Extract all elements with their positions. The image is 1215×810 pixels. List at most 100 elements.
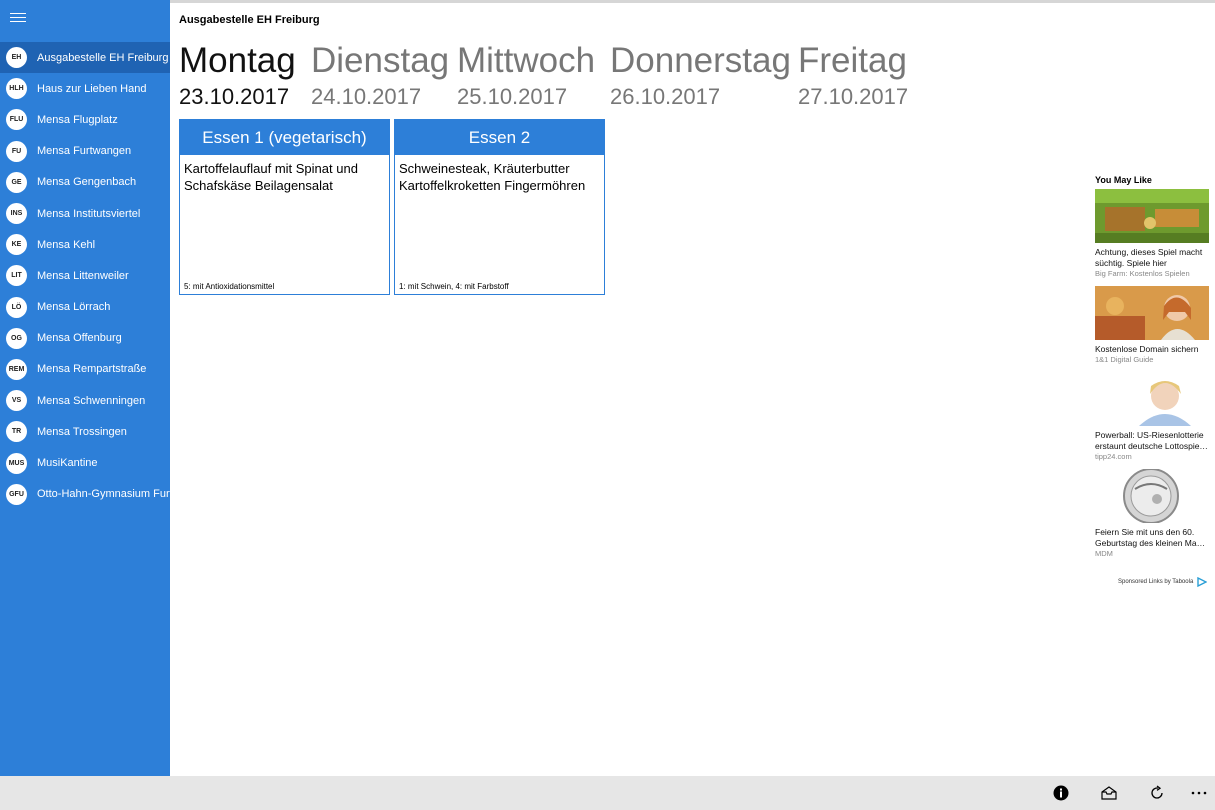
meal-card-2[interactable]: Essen 2 Schweinesteak, Kräuterbutter Kar…: [394, 119, 605, 295]
sidebar-item-ke[interactable]: KE Mensa Kehl: [0, 229, 170, 260]
sidebar-item-label: Haus zur Lieben Hand: [37, 82, 147, 95]
meal-description: Schweinesteak, Kräuterbutter Kartoffelkr…: [399, 161, 586, 193]
avatar: TR: [6, 421, 27, 443]
ad-image-woman-phone: [1095, 286, 1209, 340]
ad-item[interactable]: Feiern Sie mit uns den 60. Geburtstag de…: [1095, 469, 1210, 559]
sidebar-item-label: Mensa Kehl: [37, 238, 96, 251]
sidebar-item-label: Mensa Lörrach: [37, 301, 111, 314]
info-button[interactable]: [1050, 783, 1072, 803]
day-date: 27.10.2017: [798, 84, 909, 109]
sidebar-item-mus[interactable]: MUS MusiKantine: [0, 447, 170, 478]
day-date: 25.10.2017: [457, 84, 568, 109]
ad-title: Kostenlose Domain sichern: [1095, 344, 1199, 354]
ads-title: You May Like: [1095, 175, 1152, 185]
sidebar-item-flu[interactable]: FLU Mensa Flugplatz: [0, 104, 170, 135]
adchoices-icon: [1197, 577, 1208, 587]
sidebar: EH Ausgabestelle EH Freiburg HLH Haus zu…: [0, 0, 170, 776]
day-name: Mittwoch: [457, 41, 596, 80]
avatar: LÖ: [6, 296, 27, 318]
sidebar-item-label: Mensa Offenburg: [37, 332, 122, 345]
ad-source: tipp24.com: [1095, 452, 1132, 461]
hamburger-menu-icon[interactable]: [10, 10, 26, 26]
ad-item[interactable]: Powerball: US-Riesenlotterie erstaunt de…: [1095, 372, 1210, 462]
ad-image-farm-game: [1095, 189, 1209, 243]
day-name: Dienstag: [311, 41, 450, 80]
window-top-border: [0, 0, 1215, 3]
meal-additives: 1: mit Schwein, 4: mit Farbstoff: [399, 282, 509, 291]
sidebar-item-label: Mensa Institutsviertel: [37, 207, 141, 220]
inbox-button[interactable]: [1098, 783, 1120, 803]
ad-image-coin: [1095, 469, 1209, 523]
sidebar-item-ins[interactable]: INS Mensa Institutsviertel: [0, 198, 170, 229]
sidebar-item-rem[interactable]: REM Mensa Rempartstraße: [0, 354, 170, 385]
sidebar-item-label: Mensa Rempartstraße: [37, 363, 147, 376]
info-icon: [1053, 785, 1069, 801]
refresh-button[interactable]: [1146, 783, 1168, 803]
sidebar-item-fu[interactable]: FU Mensa Furtwangen: [0, 136, 170, 167]
avatar: GE: [6, 171, 27, 193]
tab-thursday[interactable]: Donnerstag 26.10.2017: [610, 40, 791, 112]
sidebar-item-ge[interactable]: GE Mensa Gengenbach: [0, 167, 170, 198]
avatar: HLH: [6, 78, 27, 100]
meal-title: Essen 2: [395, 120, 604, 155]
ad-source: 1&1 Digital Guide: [1095, 355, 1154, 364]
sidebar-item-label: MusiKantine: [37, 457, 98, 470]
ad-source: Big Farm: Kostenlos Spielen: [1095, 269, 1190, 278]
more-button[interactable]: [1188, 783, 1210, 803]
ad-item[interactable]: Kostenlose Domain sichern 1&1 Digital Gu…: [1095, 286, 1210, 365]
avatar: LIT: [6, 265, 27, 287]
sidebar-nav: EH Ausgabestelle EH Freiburg HLH Haus zu…: [0, 42, 170, 510]
day-name: Donnerstag: [610, 41, 791, 80]
sidebar-item-vs[interactable]: VS Mensa Schwenningen: [0, 385, 170, 416]
sidebar-item-lo[interactable]: LÖ Mensa Lörrach: [0, 292, 170, 323]
sidebar-item-label: Mensa Trossingen: [37, 425, 127, 438]
sidebar-item-tr[interactable]: TR Mensa Trossingen: [0, 416, 170, 447]
ad-source: MDM: [1095, 549, 1113, 558]
page-title: Ausgabestelle EH Freiburg: [179, 14, 320, 26]
meal-title: Essen 1 (vegetarisch): [180, 120, 389, 155]
tab-monday[interactable]: Montag 23.10.2017: [179, 40, 296, 112]
day-date: 24.10.2017: [311, 84, 422, 109]
more-icon: [1191, 791, 1207, 795]
avatar: FU: [6, 140, 27, 162]
sidebar-item-label: Mensa Gengenbach: [37, 176, 137, 189]
ad-item[interactable]: Achtung, dieses Spiel macht süchtig. Spi…: [1095, 189, 1210, 279]
ad-title: Achtung, dieses Spiel macht süchtig. Spi…: [1095, 247, 1203, 268]
sidebar-item-eh[interactable]: EH Ausgabestelle EH Freiburg: [0, 42, 170, 74]
avatar: REM: [6, 358, 27, 380]
ads-footer[interactable]: Sponsored Links by Taboola: [1118, 577, 1208, 587]
tab-friday[interactable]: Freitag 27.10.2017: [798, 40, 908, 112]
sidebar-item-label: Mensa Furtwangen: [37, 145, 132, 158]
avatar: KE: [6, 234, 27, 256]
avatar: FLU: [6, 109, 27, 131]
tab-wednesday[interactable]: Mittwoch 25.10.2017: [457, 40, 595, 112]
meal-additives: 5: mit Antioxidationsmittel: [184, 282, 275, 291]
day-name: Freitag: [798, 41, 907, 80]
sidebar-item-label: Mensa Littenweiler: [37, 269, 129, 282]
inbox-icon: [1101, 786, 1117, 800]
ads-footer-label: Sponsored Links by Taboola: [1118, 579, 1194, 585]
sidebar-item-label: Mensa Schwenningen: [37, 394, 146, 407]
sidebar-item-label: Ausgabestelle EH Freiburg: [37, 51, 169, 64]
sidebar-item-lit[interactable]: LIT Mensa Littenweiler: [0, 260, 170, 291]
sidebar-item-label: Otto-Hahn-Gymnasium Furtwangen: [37, 488, 170, 501]
ad-image-woman-portrait: [1095, 372, 1209, 426]
meal-card-1[interactable]: Essen 1 (vegetarisch) Kartoffelauflauf m…: [179, 119, 390, 295]
ad-title: Feiern Sie mit uns den 60. Geburtstag de…: [1095, 527, 1206, 548]
avatar: EH: [6, 47, 27, 69]
sidebar-item-og[interactable]: OG Mensa Offenburg: [0, 323, 170, 354]
sidebar-item-label: Mensa Flugplatz: [37, 113, 118, 126]
avatar: VS: [6, 390, 27, 412]
app-bar: [0, 776, 1215, 810]
ads-panel: You May Like Achtung, dieses Spiel macht…: [1095, 175, 1210, 566]
day-name: Montag: [179, 41, 296, 80]
sidebar-item-hlh[interactable]: HLH Haus zur Lieben Hand: [0, 73, 170, 104]
sidebar-item-gfu[interactable]: GFU Otto-Hahn-Gymnasium Furtwangen: [0, 479, 170, 510]
tab-tuesday[interactable]: Dienstag 24.10.2017: [311, 40, 449, 112]
day-date: 26.10.2017: [610, 84, 721, 109]
avatar: OG: [6, 327, 27, 349]
ad-title: Powerball: US-Riesenlotterie erstaunt de…: [1095, 430, 1208, 451]
avatar: MUS: [6, 452, 27, 474]
day-date: 23.10.2017: [179, 84, 290, 109]
meal-description: Kartoffelauflauf mit Spinat und Schafskä…: [184, 161, 358, 193]
